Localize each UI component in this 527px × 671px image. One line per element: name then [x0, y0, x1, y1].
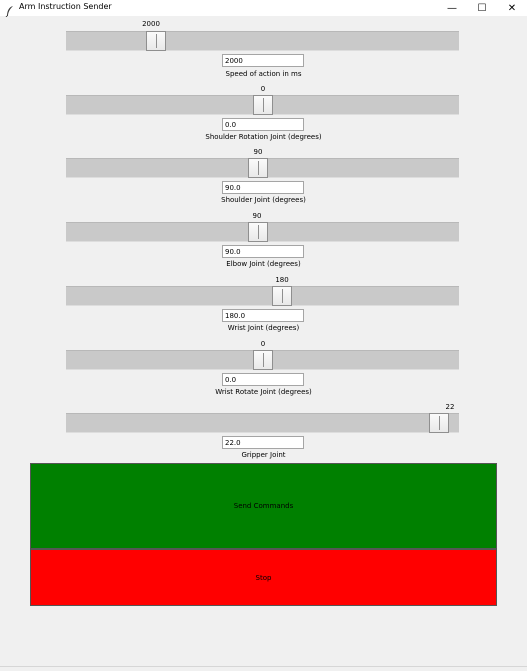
maximize-button[interactable]: ☐ [467, 0, 497, 16]
speed-entry[interactable] [222, 54, 304, 67]
slider-handle[interactable] [429, 413, 450, 433]
control-speed: 2000 Speed of action in ms [0, 20, 527, 80]
shoulder-entry[interactable] [222, 181, 304, 194]
wrist-rotate-slider[interactable] [66, 350, 459, 370]
wrist-rotate-label: Wrist Rotate Joint (degrees) [215, 388, 312, 396]
slider-value-label: 22 [445, 403, 455, 411]
gripper-entry[interactable] [222, 436, 304, 449]
minimize-button[interactable]: — [437, 0, 467, 16]
shoulder-label: Shoulder Joint (degrees) [221, 196, 306, 204]
speed-label: Speed of action in ms [225, 70, 302, 78]
slider-value-label: 0 [260, 85, 266, 93]
control-shoulder-rotation: 0 Shoulder Rotation Joint (degrees) [0, 85, 527, 145]
wrist-rotate-entry[interactable] [222, 373, 304, 386]
send-commands-button[interactable]: Send Commands [30, 463, 497, 549]
control-wrist: 180 Wrist Joint (degrees) [0, 276, 527, 336]
close-icon: ✕ [507, 2, 517, 14]
feather-icon [5, 2, 15, 18]
slider-handle[interactable] [252, 350, 273, 370]
slider-handle[interactable] [247, 158, 268, 178]
elbow-slider[interactable] [66, 222, 459, 242]
elbow-entry[interactable] [222, 245, 304, 258]
control-wrist-rotate: 0 Wrist Rotate Joint (degrees) [0, 340, 527, 400]
maximize-icon: ☐ [477, 2, 487, 14]
close-button[interactable]: ✕ [497, 0, 527, 16]
app-window: Arm Instruction Sender — ☐ ✕ 2000 Speed … [0, 0, 527, 671]
speed-slider[interactable] [66, 31, 459, 51]
slider-handle[interactable] [271, 286, 292, 306]
shoulder-slider[interactable] [66, 158, 459, 178]
slider-value-label: 2000 [142, 20, 160, 28]
stop-button[interactable]: Stop [30, 549, 497, 606]
shoulder-rotation-label: Shoulder Rotation Joint (degrees) [205, 133, 322, 141]
title-bar[interactable]: Arm Instruction Sender — ☐ ✕ [0, 0, 527, 18]
slider-value-label: 90 [252, 212, 262, 220]
control-shoulder: 90 Shoulder Joint (degrees) [0, 148, 527, 208]
gripper-label: Gripper Joint [241, 451, 286, 459]
slider-value-label: 90 [253, 148, 263, 156]
slider-handle[interactable] [252, 95, 273, 115]
slider-value-label: 0 [260, 340, 266, 348]
wrist-label: Wrist Joint (degrees) [227, 324, 300, 332]
gripper-slider[interactable] [66, 413, 459, 433]
wrist-slider[interactable] [66, 286, 459, 306]
slider-handle[interactable] [247, 222, 268, 242]
window-bottom-border [0, 666, 527, 667]
minimize-icon: — [447, 2, 457, 14]
slider-handle[interactable] [146, 31, 167, 51]
slider-value-label: 180 [275, 276, 289, 284]
shoulder-rotation-slider[interactable] [66, 95, 459, 115]
shoulder-rotation-entry[interactable] [222, 118, 304, 131]
elbow-label: Elbow Joint (degrees) [226, 260, 301, 268]
wrist-entry[interactable] [222, 309, 304, 322]
window-title: Arm Instruction Sender [19, 2, 112, 11]
control-elbow: 90 Elbow Joint (degrees) [0, 212, 527, 272]
control-gripper: 22 Gripper Joint [0, 403, 527, 463]
